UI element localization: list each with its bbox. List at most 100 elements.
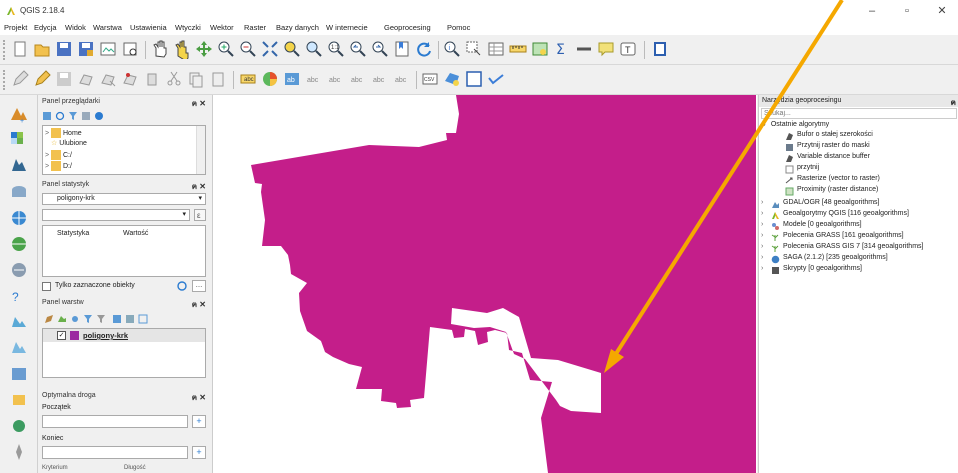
stats-options-button[interactable]: … (192, 280, 206, 292)
menu-widok[interactable]: Widok (65, 23, 86, 32)
expression-icon[interactable]: ε (194, 209, 206, 221)
menu-ustawienia[interactable]: Ustawienia (130, 23, 167, 32)
save-as-icon[interactable] (76, 39, 96, 59)
add-feature-icon[interactable] (76, 69, 96, 89)
zoom-full-icon[interactable] (260, 39, 280, 59)
menu-projekt[interactable]: Projekt (4, 23, 27, 32)
print-composer-icon[interactable] (98, 39, 118, 59)
add-wcs-layer-icon[interactable] (8, 233, 30, 255)
polygon-feature[interactable] (251, 95, 756, 473)
rotate-label-icon[interactable]: abc (370, 69, 390, 89)
browser-tree[interactable]: > Home > ☆ Ulubione > C:/ > D:/ (42, 125, 206, 175)
stats-layer-select[interactable]: poligony-krk ▾ (42, 193, 206, 205)
composer-manager-icon[interactable] (120, 39, 140, 59)
menu-wektor[interactable]: Wektor (210, 23, 234, 32)
processing-search-input[interactable] (761, 108, 957, 119)
browser-item-d-drive[interactable]: > D:/ (45, 161, 72, 171)
info-icon[interactable] (94, 111, 104, 121)
menu-warstwa[interactable]: Warstwa (93, 23, 122, 32)
start-point-input[interactable] (42, 415, 188, 428)
tree-provider-grass7[interactable]: › Polecenia GRASS GIS 7 [314 geoalgorith… (761, 243, 923, 254)
add-wfs-layer-icon[interactable] (8, 259, 30, 281)
browser-item-home[interactable]: > Home (45, 128, 82, 138)
move-label-icon[interactable]: abc (348, 69, 368, 89)
tree-group-recent[interactable]: ⌄ Ostatnie algorytmy (761, 120, 829, 131)
add-spatialite-layer-icon[interactable] (8, 181, 30, 203)
tree-provider-gdal[interactable]: › GDAL/OGR [48 geoalgorithms] (761, 199, 880, 210)
maximize-button[interactable]: ▫ (897, 3, 917, 19)
browser-scrollbar[interactable] (196, 126, 205, 174)
zoom-out-icon[interactable] (238, 39, 258, 59)
add-db2-layer-icon[interactable] (8, 389, 30, 411)
pan-to-selection-icon[interactable] (172, 39, 192, 59)
measure-line-icon[interactable] (574, 39, 594, 59)
add-vector-layer-icon[interactable]: + (8, 103, 30, 125)
text-annotation-icon[interactable]: T (618, 39, 638, 59)
measure-icon[interactable] (508, 39, 528, 59)
tree-provider-qgis[interactable]: › Geoalgorytmy QGIS [116 geoalgorithms] (761, 210, 909, 221)
add-group-icon[interactable] (57, 314, 67, 324)
stats-field-select[interactable]: ▾ (42, 209, 190, 221)
add-polygon-layer-icon[interactable] (442, 69, 462, 89)
new-project-icon[interactable] (10, 39, 30, 59)
pan-hand-icon[interactable] (150, 39, 170, 59)
add-delimited-text-icon[interactable]: ? (8, 285, 30, 307)
layer-row-poligony-krk[interactable]: ✓ poligony-krk (43, 329, 205, 342)
diagram-options-icon[interactable] (260, 69, 280, 89)
selected-only-checkbox[interactable] (42, 282, 51, 291)
filter-legend-icon[interactable] (83, 314, 93, 324)
add-gps-layer-icon[interactable] (8, 441, 30, 463)
criterion-value[interactable]: Długość (124, 465, 146, 471)
zoom-to-selection-icon[interactable] (282, 39, 302, 59)
delete-selected-icon[interactable] (142, 69, 162, 89)
route-panel-controls[interactable]: ฅ ✕ (192, 391, 206, 404)
add-mssql-layer-icon[interactable] (8, 337, 30, 359)
pick-end-point-button[interactable]: + (192, 446, 206, 459)
manage-visibility-icon[interactable] (70, 314, 80, 324)
zoom-next-icon[interactable] (370, 39, 390, 59)
collapse-all-icon[interactable] (125, 314, 135, 324)
toolbar-grip[interactable] (3, 70, 7, 90)
menu-wtyczki[interactable]: Wtyczki (175, 23, 201, 32)
menu-geoprocesing[interactable]: Geoprocesing (384, 23, 431, 32)
remove-layer-icon[interactable] (138, 314, 148, 324)
menu-w-internecie[interactable]: W internecie (326, 23, 368, 32)
rectangle-select-icon[interactable] (464, 69, 484, 89)
copy-features-icon[interactable] (186, 69, 206, 89)
show-hide-labels-icon[interactable]: abc (326, 69, 346, 89)
zoom-to-layer-icon[interactable] (304, 39, 324, 59)
save-project-icon[interactable] (54, 39, 74, 59)
tree-provider-scripts[interactable]: › Skrypty [0 geoalgorithms] (761, 265, 862, 276)
tree-provider-models[interactable]: › Modele [0 geoalgorithms] (761, 221, 862, 232)
add-oracle-layer-icon[interactable] (8, 363, 30, 385)
new-bookmark-icon[interactable] (392, 39, 412, 59)
map-canvas[interactable] (212, 95, 757, 473)
annotation-icon[interactable] (596, 39, 616, 59)
pick-start-point-button[interactable]: + (192, 415, 206, 428)
filter-expression-icon[interactable] (96, 314, 106, 324)
refresh-stats-icon[interactable] (176, 280, 188, 292)
zoom-native-icon[interactable]: 1:1 (326, 39, 346, 59)
open-project-icon[interactable] (32, 39, 52, 59)
close-button[interactable]: ✕ (932, 3, 952, 19)
add-postgis-layer-icon[interactable] (8, 155, 30, 177)
tree-provider-saga[interactable]: › SAGA (2.1.2) [235 geoalgorithms] (761, 254, 888, 265)
refresh-icon[interactable] (414, 39, 434, 59)
move-feature-icon[interactable] (98, 69, 118, 89)
map-view[interactable] (213, 95, 757, 473)
change-label-icon[interactable]: abc (392, 69, 412, 89)
menu-bazy-danych[interactable]: Bazy danych (276, 23, 319, 32)
csv-import-icon[interactable]: CSV (420, 69, 440, 89)
save-layer-edits-icon[interactable] (54, 69, 74, 89)
layers-panel-controls[interactable]: ฅ ✕ (192, 298, 206, 311)
label-tool-icon[interactable]: abc (238, 69, 258, 89)
current-edits-icon[interactable] (10, 69, 30, 89)
zoom-in-icon[interactable] (216, 39, 236, 59)
expand-all-icon[interactable] (112, 314, 122, 324)
sum-statistics-icon[interactable]: Σ (552, 39, 572, 59)
cut-features-icon[interactable] (164, 69, 184, 89)
menu-raster[interactable]: Raster (244, 23, 266, 32)
tree-provider-grass[interactable]: › Polecenia GRASS [161 geoalgorithms] (761, 232, 904, 243)
map-tips-icon[interactable] (530, 39, 550, 59)
collapse-all-icon[interactable] (81, 111, 91, 121)
